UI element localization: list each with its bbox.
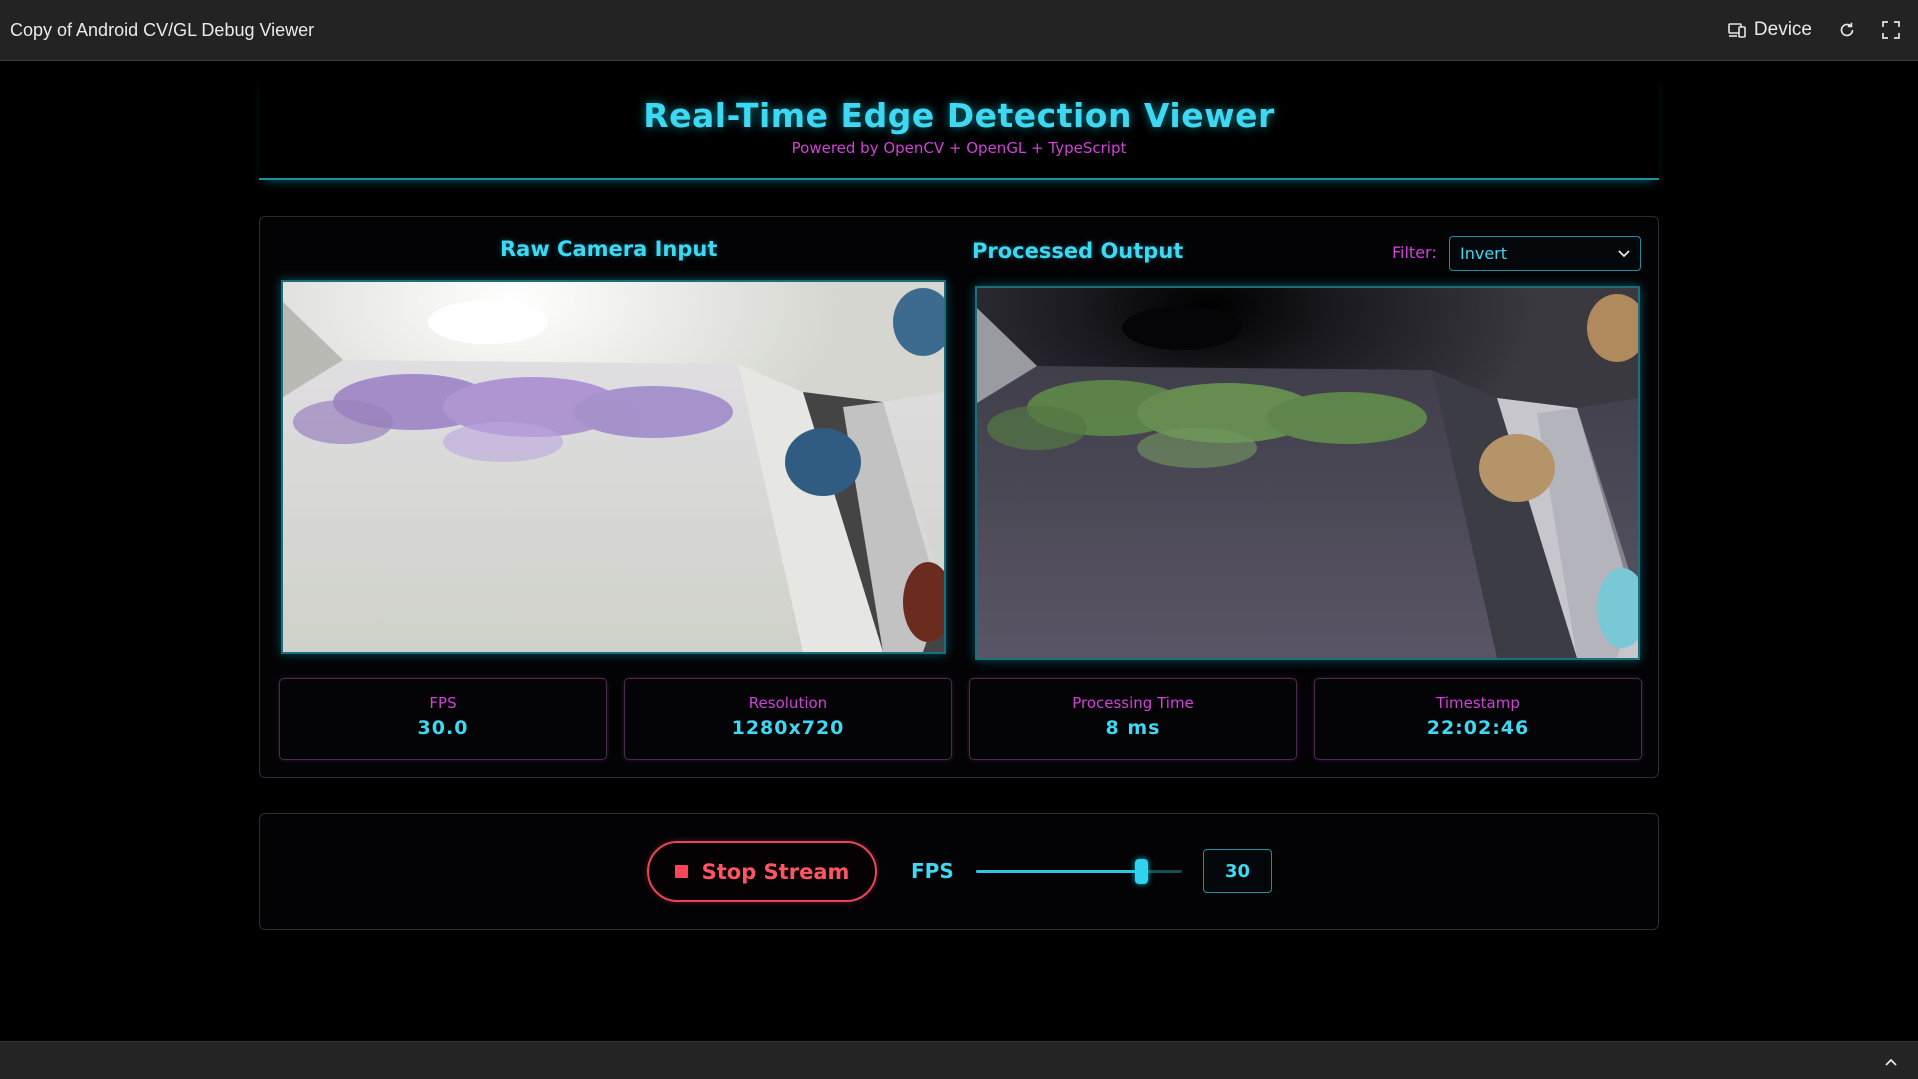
processed-output-frame	[975, 286, 1640, 660]
stat-card-resolution: Resolution 1280x720	[624, 678, 952, 760]
fps-slider[interactable]	[976, 859, 1182, 884]
chevron-up-icon[interactable]	[1884, 1052, 1898, 1071]
stat-label: Resolution	[748, 694, 828, 712]
filter-select[interactable]: Invert	[1449, 236, 1641, 271]
fps-control-label: FPS	[911, 859, 954, 883]
filter-label: Filter:	[1392, 243, 1437, 262]
stop-stream-button[interactable]: Stop Stream	[647, 841, 877, 902]
stat-value: 30.0	[417, 717, 469, 739]
chevron-down-icon	[1618, 249, 1630, 258]
stat-label: FPS	[429, 694, 457, 712]
raw-camera-title: Raw Camera Input	[500, 237, 718, 261]
stat-value: 8 ms	[1105, 717, 1161, 739]
fps-value-input[interactable]: 30	[1203, 849, 1272, 893]
refresh-icon[interactable]	[1838, 21, 1856, 39]
fps-slider-thumb[interactable]	[1134, 859, 1148, 884]
device-button[interactable]: Device	[1728, 19, 1812, 41]
title-bar-actions: Device	[1728, 19, 1908, 41]
device-label: Device	[1753, 19, 1812, 40]
stop-icon	[674, 865, 688, 878]
page-subtitle: Powered by OpenCV + OpenGL + TypeScript	[791, 139, 1127, 157]
filter-select-value: Invert	[1460, 244, 1508, 263]
viewer-panel: Raw Camera Input Processed Output Filter…	[259, 216, 1659, 778]
page-title: Real-Time Edge Detection Viewer	[643, 96, 1275, 135]
bottom-bar	[0, 1041, 1918, 1079]
controls-panel: Stop Stream FPS 30	[259, 813, 1659, 930]
fullscreen-icon[interactable]	[1882, 21, 1900, 39]
stat-card-processing-time: Processing Time 8 ms	[969, 678, 1297, 760]
stat-value: 22:02:46	[1426, 717, 1530, 739]
stat-label: Processing Time	[1072, 694, 1194, 712]
window-title: Copy of Android CV/GL Debug Viewer	[10, 19, 315, 40]
raw-camera-frame	[281, 280, 946, 654]
page-header: Real-Time Edge Detection Viewer Powered …	[259, 74, 1659, 180]
stat-value: 1280x720	[731, 717, 845, 739]
device-icon	[1728, 22, 1746, 38]
processed-output-title: Processed Output	[972, 239, 1184, 263]
raw-camera-image	[283, 282, 944, 652]
stat-card-fps: FPS 30.0	[279, 678, 607, 760]
window-title-bar: Copy of Android CV/GL Debug Viewer Devic…	[0, 0, 1918, 61]
stop-stream-label: Stop Stream	[701, 859, 850, 884]
stat-label: Timestamp	[1436, 694, 1520, 712]
fps-slider-fill	[976, 870, 1141, 873]
stat-card-timestamp: Timestamp 22:02:46	[1314, 678, 1642, 760]
processed-output-image	[977, 288, 1638, 658]
